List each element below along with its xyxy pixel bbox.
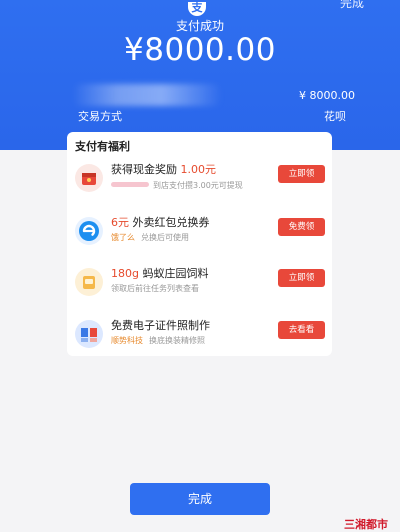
benefit-title: 180g 蚂蚁庄园饲料 xyxy=(111,267,209,280)
top-done-link[interactable]: 完成 xyxy=(340,0,364,11)
benefit-item-eleme[interactable]: 6元 外卖红包兑换券 饿了么 兑换后可使用 免费领 xyxy=(67,212,332,258)
cash-reward-icon xyxy=(75,164,103,192)
claim-button[interactable]: 立即领 xyxy=(278,165,325,183)
progress-bar xyxy=(111,182,149,187)
benefit-title: 免费电子证件照制作 xyxy=(111,319,210,332)
benefit-subtitle: 饿了么 兑换后可使用 xyxy=(111,233,189,242)
brand-tag: 饿了么 xyxy=(111,233,135,242)
payment-method-label: 交易方式 xyxy=(78,110,122,123)
benefits-card: 支付有福利 获得现金奖励 1.00元 到店支付攒3.00元可提现 立即领 6元 … xyxy=(67,132,332,356)
benefit-subtitle: 领取后前往任务列表查看 xyxy=(111,284,199,293)
watermark: 三湘都市 xyxy=(344,518,388,531)
payment-amount: ¥8000.00 xyxy=(124,32,276,68)
benefit-item-feed[interactable]: 180g 蚂蚁庄园饲料 领取后前往任务列表查看 立即领 xyxy=(67,263,332,309)
eleme-icon xyxy=(75,217,103,245)
id-photo-icon xyxy=(75,320,103,348)
payment-method-value: 花呗 xyxy=(324,110,346,123)
benefit-title: 6元 外卖红包兑换券 xyxy=(111,216,210,229)
benefit-subtitle: 顺势科技 换底换装精修照 xyxy=(111,336,205,345)
done-button[interactable]: 完成 xyxy=(130,483,270,515)
blurred-merchant-info xyxy=(72,84,222,106)
brand-tag: 顺势科技 xyxy=(111,336,143,345)
alipay-logo-icon: 支 xyxy=(188,2,206,16)
feed-bag-icon xyxy=(75,268,103,296)
benefit-title: 获得现金奖励 1.00元 xyxy=(111,163,216,176)
view-button[interactable]: 去看看 xyxy=(278,321,325,339)
benefit-progress: 到店支付攒3.00元可提现 xyxy=(111,180,301,190)
claim-button[interactable]: 立即领 xyxy=(278,269,325,287)
paid-amount-value: ¥ 8000.00 xyxy=(299,89,355,102)
benefit-item-cash[interactable]: 获得现金奖励 1.00元 到店支付攒3.00元可提现 立即领 xyxy=(67,159,332,205)
benefits-title: 支付有福利 xyxy=(75,140,130,153)
claim-free-button[interactable]: 免费领 xyxy=(278,218,325,236)
benefit-item-id-photo[interactable]: 免费电子证件照制作 顺势科技 换底换装精修照 去看看 xyxy=(67,315,332,361)
payment-header: 完成 支 支付成功 ¥8000.00 ¥ 8000.00 交易方式 花呗 xyxy=(0,0,400,150)
